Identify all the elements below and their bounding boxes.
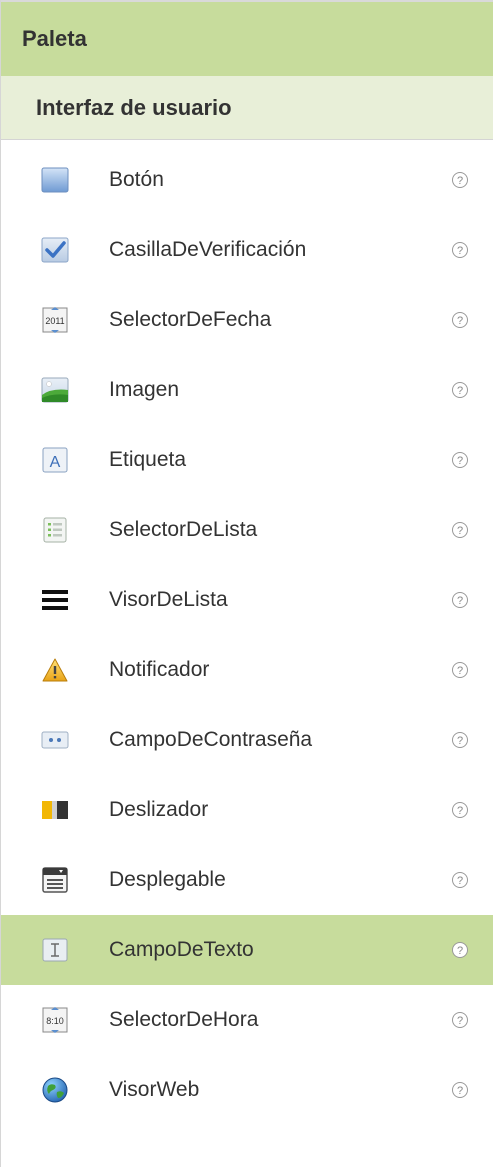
component-label: Notificador	[109, 658, 210, 681]
date-picker-icon: 2011	[39, 304, 71, 336]
help-icon[interactable]: ?	[451, 941, 469, 959]
component-item-text-field[interactable]: CampoDeTexto ?	[1, 915, 493, 985]
button-icon	[39, 164, 71, 196]
slider-icon	[39, 794, 71, 826]
web-viewer-icon	[39, 1074, 71, 1106]
help-icon[interactable]: ?	[451, 731, 469, 749]
component-item-web-viewer[interactable]: VisorWeb ?	[1, 1055, 493, 1125]
palette-panel: Paleta Interfaz de usuario Botón ? Casil…	[0, 0, 493, 1167]
component-item-time-picker[interactable]: 8:10 SelectorDeHora ?	[1, 985, 493, 1055]
help-icon[interactable]: ?	[451, 661, 469, 679]
palette-header[interactable]: Paleta	[1, 0, 493, 76]
help-icon[interactable]: ?	[451, 801, 469, 819]
svg-text:?: ?	[457, 385, 463, 397]
component-item-checkbox[interactable]: CasillaDeVerificación ?	[1, 215, 493, 285]
component-label: CampoDeTexto	[109, 938, 254, 961]
password-field-icon	[39, 724, 71, 756]
help-icon[interactable]: ?	[451, 171, 469, 189]
svg-text:?: ?	[457, 945, 463, 957]
svg-text:?: ?	[457, 735, 463, 747]
component-item-list-view[interactable]: VisorDeLista ?	[1, 565, 493, 635]
component-label: CampoDeContraseña	[109, 728, 313, 751]
component-label: SelectorDeFecha	[109, 308, 272, 331]
checkbox-icon	[39, 234, 71, 266]
help-icon[interactable]: ?	[451, 871, 469, 889]
list-view-icon	[39, 584, 71, 616]
help-icon[interactable]: ?	[451, 1081, 469, 1099]
svg-text:?: ?	[457, 455, 463, 467]
component-item-button[interactable]: Botón ?	[1, 145, 493, 215]
svg-text:?: ?	[457, 315, 463, 327]
time-picker-icon: 8:10	[39, 1004, 71, 1036]
component-label: Etiqueta	[109, 448, 187, 471]
svg-text:?: ?	[457, 665, 463, 677]
list-picker-icon	[39, 514, 71, 546]
component-label: VisorWeb	[109, 1078, 200, 1101]
component-item-label[interactable]: A Etiqueta ?	[1, 425, 493, 495]
svg-text:A: A	[50, 454, 61, 471]
help-icon[interactable]: ?	[451, 521, 469, 539]
svg-text:?: ?	[457, 805, 463, 817]
svg-text:2011: 2011	[45, 316, 64, 326]
svg-text:?: ?	[457, 875, 463, 887]
svg-text:?: ?	[457, 245, 463, 257]
help-icon[interactable]: ?	[451, 241, 469, 259]
image-icon	[39, 374, 71, 406]
component-item-image[interactable]: Imagen ?	[1, 355, 493, 425]
svg-text:?: ?	[457, 175, 463, 187]
component-label: Desplegable	[109, 868, 226, 891]
svg-text:?: ?	[457, 1085, 463, 1097]
component-list: Botón ? CasillaDeVerificación ? 2011 Sel…	[1, 140, 493, 1125]
component-label: CasillaDeVerificación	[109, 238, 307, 261]
component-item-list-picker[interactable]: SelectorDeLista ?	[1, 495, 493, 565]
svg-text:?: ?	[457, 525, 463, 537]
text-field-icon	[39, 934, 71, 966]
label-icon: A	[39, 444, 71, 476]
category-title: Interfaz de usuario	[36, 94, 232, 120]
component-item-password-field[interactable]: CampoDeContraseña ?	[1, 705, 493, 775]
svg-text:8:10: 8:10	[46, 1016, 64, 1026]
component-label: Botón	[109, 168, 164, 191]
component-label: Imagen	[109, 378, 180, 401]
spinner-icon	[39, 864, 71, 896]
svg-text:?: ?	[457, 595, 463, 607]
component-item-date-picker[interactable]: 2011 SelectorDeFecha ?	[1, 285, 493, 355]
component-item-slider[interactable]: Deslizador ?	[1, 775, 493, 845]
help-icon[interactable]: ?	[451, 381, 469, 399]
component-label: SelectorDeHora	[109, 1008, 259, 1031]
help-icon[interactable]: ?	[451, 1011, 469, 1029]
help-icon[interactable]: ?	[451, 591, 469, 609]
category-header-user-interface[interactable]: Interfaz de usuario	[1, 76, 493, 140]
help-icon[interactable]: ?	[451, 451, 469, 469]
component-item-notifier[interactable]: Notificador ?	[1, 635, 493, 705]
svg-text:?: ?	[457, 1015, 463, 1027]
component-label: SelectorDeLista	[109, 518, 258, 541]
notifier-icon	[39, 654, 71, 686]
component-item-spinner[interactable]: Desplegable ?	[1, 845, 493, 915]
palette-title: Paleta	[22, 26, 87, 51]
component-label: Deslizador	[109, 798, 209, 821]
help-icon[interactable]: ?	[451, 311, 469, 329]
component-label: VisorDeLista	[109, 588, 228, 611]
